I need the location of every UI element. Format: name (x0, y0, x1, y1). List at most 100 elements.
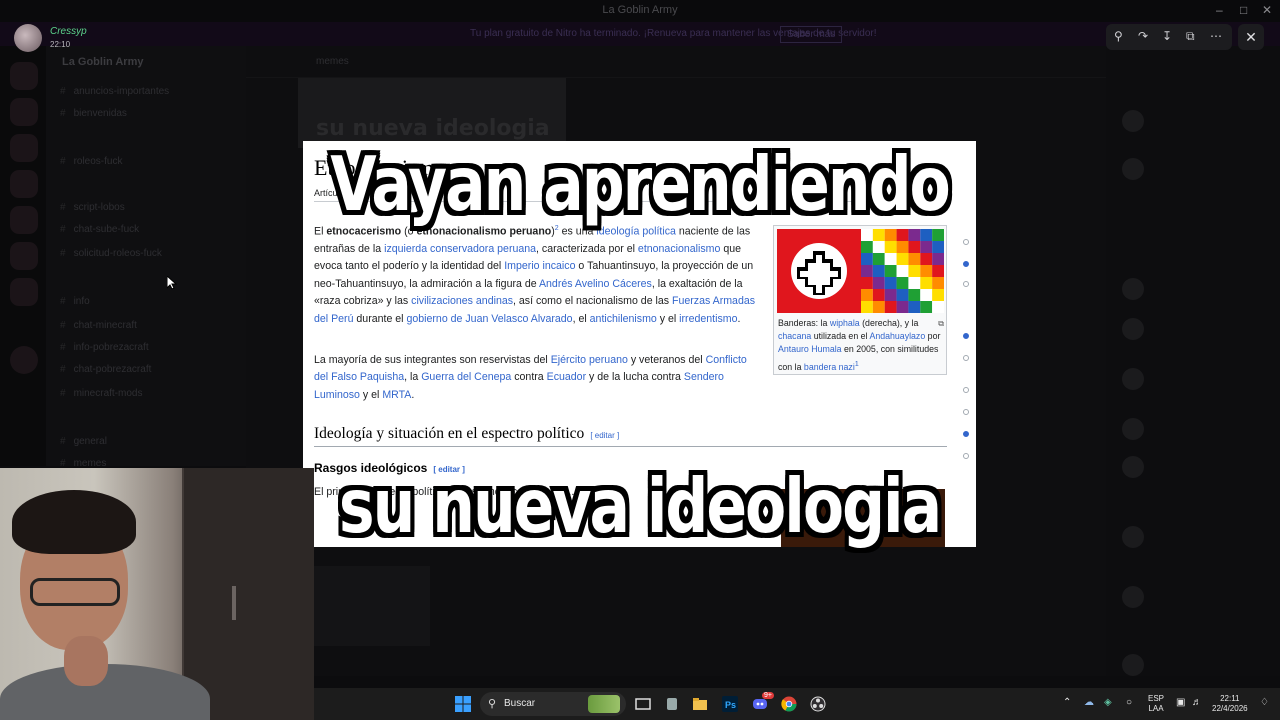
microphone-icon[interactable]: ○ (1126, 698, 1132, 708)
wiphala-square (908, 229, 921, 241)
close-viewer-icon[interactable]: ✕ (1238, 24, 1264, 50)
meme-thumbnail[interactable]: su nueva ideologia (298, 78, 566, 148)
wiphala-square (896, 265, 909, 277)
article-link[interactable]: Ejército peruano (551, 354, 628, 366)
caption-link[interactable]: chacana (778, 331, 811, 341)
hash-icon: # (60, 202, 66, 213)
minimize-icon[interactable]: – (1216, 3, 1223, 17)
wiphala-square (932, 301, 944, 313)
article-link[interactable]: Guerra del Cenepa (421, 371, 511, 383)
task-view-icon[interactable] (635, 696, 651, 712)
taskbar-search[interactable]: ⚲ Buscar (480, 692, 626, 716)
wiphala-square (861, 241, 873, 253)
wiphala-square (896, 277, 909, 289)
wiphala-square (884, 229, 897, 241)
uploader-name[interactable]: Cressyp (50, 26, 87, 37)
app-icon[interactable] (664, 696, 680, 712)
add-server-icon[interactable] (10, 346, 38, 374)
member-avatar[interactable] (1122, 318, 1144, 340)
wiphala-square (920, 289, 933, 301)
server-icon[interactable] (10, 278, 38, 306)
close-window-icon[interactable]: ✕ (1262, 3, 1272, 17)
server-icon[interactable] (10, 98, 38, 126)
caption-link[interactable]: bandera nazi (804, 362, 855, 372)
member-avatar[interactable] (1122, 654, 1144, 676)
article-link[interactable]: Andrés Avelino Cáceres (539, 278, 652, 290)
avatar[interactable] (14, 24, 42, 52)
edit-link[interactable]: [ editar ] (590, 431, 619, 440)
article-link[interactable]: gobierno de Juan Velasco Alvarado (406, 313, 572, 325)
chrome-icon[interactable] (781, 696, 797, 712)
article-link[interactable]: irredentismo (679, 313, 737, 325)
notification-bell-icon[interactable]: ♢ (1260, 698, 1269, 708)
member-avatar[interactable] (1122, 368, 1144, 390)
member-avatar[interactable] (1122, 526, 1144, 548)
shield-icon[interactable]: ◈ (1104, 698, 1112, 708)
more-icon[interactable]: ⋯ (1210, 29, 1222, 43)
member-avatar[interactable] (1122, 278, 1144, 300)
channel-item[interactable]: # anuncios-importantes (60, 86, 169, 97)
network-icon[interactable]: ▣ (1176, 698, 1185, 708)
member-avatar[interactable] (1122, 158, 1144, 180)
wiphala-square (884, 301, 897, 313)
open-external-icon[interactable]: ⧉ (1186, 29, 1195, 44)
keyboard-language[interactable]: ESP LAA (1148, 694, 1164, 714)
photoshop-icon[interactable]: Ps (722, 696, 738, 712)
hash-icon: # (60, 156, 66, 167)
article-link[interactable]: MRTA (382, 389, 411, 401)
channel-item[interactable]: # chat-pobrezacraft (60, 364, 151, 375)
wiphala-square (920, 253, 933, 265)
channel-item[interactable]: # info-pobrezacraft (60, 342, 149, 353)
clock[interactable]: 22:11 22/4/2026 (1212, 694, 1248, 714)
meme-caption-bottom: su nueva ideologia (338, 463, 942, 551)
member-avatar[interactable] (1122, 418, 1144, 440)
channel-item[interactable]: # solicitud-roleos-fuck (60, 248, 162, 259)
maximize-icon[interactable]: □ (1240, 3, 1247, 17)
search-placeholder: Buscar (504, 698, 536, 709)
article-link[interactable]: antichilenismo (590, 313, 657, 325)
forward-icon[interactable]: ↷ (1138, 29, 1148, 43)
article-link[interactable]: etnonacionalismo (638, 243, 720, 255)
wiphala-square (872, 301, 885, 313)
channel-item[interactable]: # minecraft-mods (60, 388, 142, 399)
member-avatar[interactable] (1122, 110, 1144, 132)
server-icon[interactable] (10, 206, 38, 234)
server-icon[interactable] (10, 134, 38, 162)
caption-link[interactable]: Antauro Humala (778, 344, 842, 354)
article-link[interactable]: Ecuador (547, 371, 586, 383)
chevron-up-icon[interactable]: ⌃ (1063, 698, 1071, 708)
channel-item[interactable]: # chat-minecraft (60, 320, 137, 331)
channel-item[interactable]: # roleos-fuck (60, 156, 122, 167)
wiphala-square (861, 253, 873, 265)
caption-link[interactable]: Andahuaylazo (869, 331, 925, 341)
image-thumbnail[interactable] (310, 566, 430, 646)
svg-text:Ps: Ps (725, 700, 736, 710)
server-icon[interactable] (10, 242, 38, 270)
wiphala-square (908, 301, 921, 313)
windows-start-icon[interactable] (455, 696, 471, 712)
server-icon[interactable] (10, 170, 38, 198)
server-icon[interactable] (10, 62, 38, 90)
channel-item[interactable]: # info (60, 296, 90, 307)
article-link[interactable]: izquierda conservadora peruana (384, 243, 536, 255)
article-link[interactable]: Imperio incaico (504, 260, 575, 272)
article-link[interactable]: civilizaciones andinas (411, 295, 513, 307)
wiphala-square (861, 229, 873, 241)
caption-link[interactable]: wiphala (830, 318, 860, 328)
expand-icon[interactable]: ⧉ (938, 317, 944, 330)
wiphala-square (861, 265, 873, 277)
zoom-icon[interactable]: ⚲ (1114, 29, 1123, 43)
webcam-overlay (0, 468, 314, 720)
download-icon[interactable]: ↧ (1162, 29, 1172, 43)
volume-icon[interactable]: ♬ (1192, 698, 1202, 708)
member-avatar[interactable] (1122, 456, 1144, 478)
obs-icon[interactable] (810, 696, 826, 712)
onedrive-icon[interactable]: ☁ (1084, 698, 1094, 708)
channel-item[interactable]: # chat-sube-fuck (60, 224, 139, 235)
channel-item[interactable]: # script-lobos (60, 202, 125, 213)
channel-item[interactable]: # general (60, 436, 107, 447)
file-explorer-icon[interactable] (692, 696, 708, 712)
channel-item[interactable]: # bienvenidas (60, 108, 127, 119)
member-avatar[interactable] (1122, 586, 1144, 608)
wiphala-square (920, 301, 933, 313)
